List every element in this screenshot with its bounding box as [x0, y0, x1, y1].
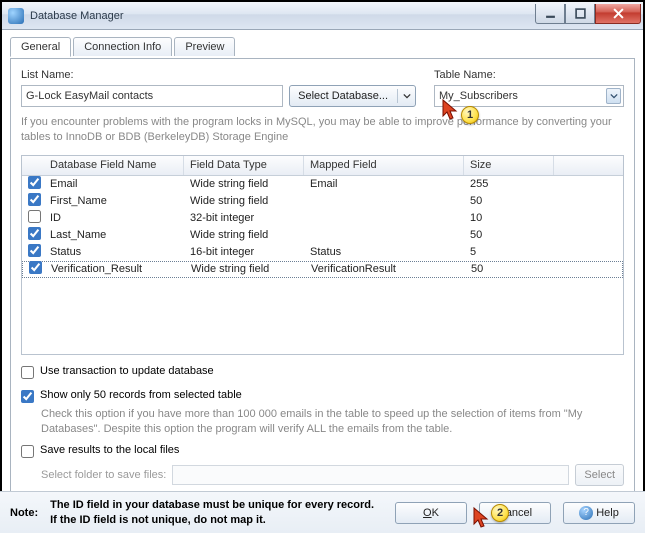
cell-name: Last_Name: [44, 228, 184, 242]
row-checkbox[interactable]: [28, 176, 41, 189]
grid-header-type[interactable]: Field Data Type: [184, 156, 304, 175]
table-row[interactable]: EmailWide string fieldEmail255: [22, 176, 623, 193]
grid-header-size[interactable]: Size: [464, 156, 554, 175]
cell-mapped: [304, 217, 464, 219]
app-icon: [8, 8, 24, 24]
show-only-50-hint: Check this option if you have more than …: [41, 407, 624, 437]
option-save-results[interactable]: Save results to the local files: [21, 444, 624, 458]
table-row[interactable]: Status16-bit integerStatus5: [22, 244, 623, 261]
table-name-label: Table Name:: [434, 69, 624, 81]
list-name-label: List Name:: [21, 69, 416, 81]
dialog-footer: Note: The ID field in your database must…: [0, 491, 645, 533]
cancel-button[interactable]: Cancel: [479, 502, 551, 524]
show-only-50-label: Show only 50 records from selected table: [40, 389, 242, 401]
tab-panel-general: List Name: Select Database... Table Name…: [10, 58, 635, 500]
tab-connection-info[interactable]: Connection Info: [73, 37, 172, 56]
cell-mapped: Status: [304, 245, 464, 259]
cell-name: Status: [44, 245, 184, 259]
use-transaction-checkbox[interactable]: [21, 366, 34, 379]
select-database-label: Select Database...: [298, 90, 388, 102]
folder-input: [172, 465, 569, 485]
table-name-combo-arrow[interactable]: [606, 88, 621, 104]
table-name-combo[interactable]: [434, 85, 624, 107]
chevron-down-icon: [403, 92, 411, 100]
close-button[interactable]: [595, 4, 641, 24]
row-checkbox[interactable]: [29, 261, 42, 274]
cell-name: First_Name: [44, 194, 184, 208]
cell-type: Wide string field: [184, 194, 304, 208]
tab-strip: General Connection Info Preview: [10, 36, 635, 58]
row-checkbox[interactable]: [28, 210, 41, 223]
maximize-icon: [575, 8, 586, 19]
conversion-hint: If you encounter problems with the progr…: [21, 115, 624, 145]
save-results-checkbox[interactable]: [21, 445, 34, 458]
row-checkbox[interactable]: [28, 244, 41, 257]
fields-grid: Database Field Name Field Data Type Mapp…: [21, 155, 624, 355]
cell-type: Wide string field: [184, 177, 304, 191]
select-database-button[interactable]: Select Database...: [289, 85, 416, 107]
cell-size: 50: [464, 228, 554, 242]
cell-size: 50: [464, 194, 554, 208]
note-text: The ID field in your database must be un…: [50, 498, 383, 527]
cell-size: 50: [465, 262, 555, 276]
cell-name: Verification_Result: [45, 262, 185, 276]
cell-type: Wide string field: [184, 228, 304, 242]
cell-mapped: [304, 200, 464, 202]
window-title: Database Manager: [30, 10, 124, 22]
cell-name: Email: [44, 177, 184, 191]
show-only-50-checkbox[interactable]: [21, 390, 34, 403]
option-use-transaction[interactable]: Use transaction to update database: [21, 365, 624, 379]
select-folder-button: Select: [575, 464, 624, 486]
button-separator: [397, 89, 398, 103]
titlebar: Database Manager: [2, 2, 643, 30]
help-label: Help: [596, 507, 619, 519]
maximize-button[interactable]: [565, 4, 595, 24]
tab-preview[interactable]: Preview: [174, 37, 235, 56]
grid-header-name[interactable]: Database Field Name: [44, 156, 184, 175]
cell-type: 16-bit integer: [184, 245, 304, 259]
list-name-input[interactable]: [21, 85, 283, 107]
chevron-down-icon: [610, 92, 618, 100]
grid-header-mapped[interactable]: Mapped Field: [304, 156, 464, 175]
tab-general[interactable]: General: [10, 37, 71, 57]
grid-header: Database Field Name Field Data Type Mapp…: [22, 156, 623, 176]
table-row[interactable]: ID32-bit integer 10: [22, 210, 623, 227]
option-show-only-50[interactable]: Show only 50 records from selected table: [21, 389, 624, 403]
minimize-icon: [545, 8, 556, 19]
table-row[interactable]: Last_NameWide string field 50: [22, 227, 623, 244]
cell-mapped: VerificationResult: [305, 262, 465, 276]
row-checkbox[interactable]: [28, 227, 41, 240]
close-icon: [613, 8, 624, 19]
cell-size: 255: [464, 177, 554, 191]
cell-size: 5: [464, 245, 554, 259]
row-checkbox[interactable]: [28, 193, 41, 206]
cell-type: 32-bit integer: [184, 211, 304, 225]
cell-size: 10: [464, 211, 554, 225]
ok-button[interactable]: OK: [395, 502, 467, 524]
save-results-label: Save results to the local files: [40, 444, 179, 456]
cell-type: Wide string field: [185, 262, 305, 276]
window-buttons: [535, 4, 641, 24]
folder-label: Select folder to save files:: [41, 469, 166, 481]
table-row[interactable]: Verification_ResultWide string fieldVeri…: [22, 261, 623, 278]
use-transaction-label: Use transaction to update database: [40, 365, 214, 377]
cell-mapped: [304, 234, 464, 236]
help-button[interactable]: ? Help: [563, 502, 635, 524]
help-icon: ?: [579, 506, 593, 520]
minimize-button[interactable]: [535, 4, 565, 24]
note-label: Note:: [10, 507, 38, 519]
table-row[interactable]: First_NameWide string field 50: [22, 193, 623, 210]
cell-mapped: Email: [304, 177, 464, 191]
cell-name: ID: [44, 211, 184, 225]
